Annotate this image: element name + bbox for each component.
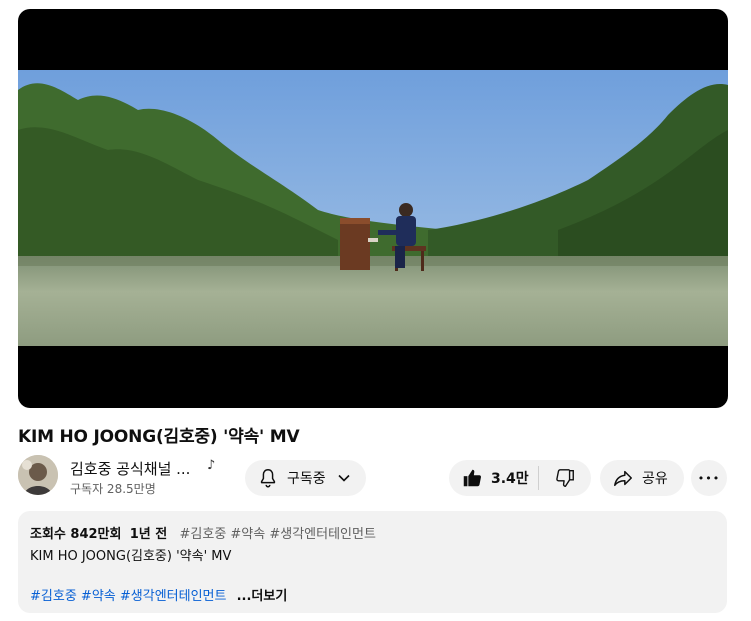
view-count: 조회수 842만회 — [30, 527, 122, 542]
music-note-icon: ♪ — [207, 458, 216, 473]
like-button[interactable]: 3.4만 — [449, 460, 538, 496]
hashtag-link[interactable]: #생각엔터테인먼트 — [120, 589, 227, 604]
share-label: 공유 — [642, 471, 668, 487]
avatar-image — [18, 455, 58, 495]
channel-avatar[interactable] — [18, 455, 58, 495]
video-player[interactable] — [18, 9, 728, 408]
more-actions-button[interactable]: ••• — [691, 460, 727, 496]
video-scene-image — [18, 70, 728, 346]
subscribed-label: 구독중 — [287, 471, 326, 487]
description-hashtags: #김호중 #약속 #생각엔터테인먼트 ...더보기 — [30, 585, 287, 604]
subscriber-count: 구독자 28.5만명 — [70, 482, 156, 496]
subscribed-button[interactable]: 구독중 — [245, 460, 366, 496]
more-horizontal-icon: ••• — [697, 471, 721, 485]
thumbs-up-icon — [461, 467, 483, 489]
description-box[interactable]: 조회수 842만회 1년 전 #김호중 #약속 #생각엔터테인먼트 KIM HO… — [18, 511, 727, 613]
like-count: 3.4만 — [491, 471, 529, 487]
description-meta: 조회수 842만회 1년 전 #김호중 #약속 #생각엔터테인먼트 — [30, 523, 376, 542]
hashtag-link[interactable]: #약속 — [81, 589, 116, 604]
share-icon — [612, 467, 634, 489]
bell-icon — [257, 467, 279, 489]
upload-age: 1년 전 — [129, 527, 168, 542]
share-button[interactable]: 공유 — [600, 460, 684, 496]
channel-name[interactable]: 김호중 공식채널 ... — [70, 458, 190, 479]
hashtag-link[interactable]: #김호중 — [30, 589, 77, 604]
dislike-button[interactable] — [539, 460, 591, 496]
meta-hashtags: #김호중 #약속 #생각엔터테인먼트 — [179, 527, 376, 542]
video-title: KIM HO JOONG(김호중) '약속' MV — [18, 427, 300, 447]
chevron-down-icon — [336, 470, 352, 486]
video-frame — [18, 70, 728, 346]
like-dislike-group: 3.4만 — [449, 460, 591, 496]
thumbs-down-icon — [554, 467, 576, 489]
description-text: KIM HO JOONG(김호중) '약속' MV — [30, 549, 232, 564]
show-more-button[interactable]: ...더보기 — [237, 589, 288, 604]
